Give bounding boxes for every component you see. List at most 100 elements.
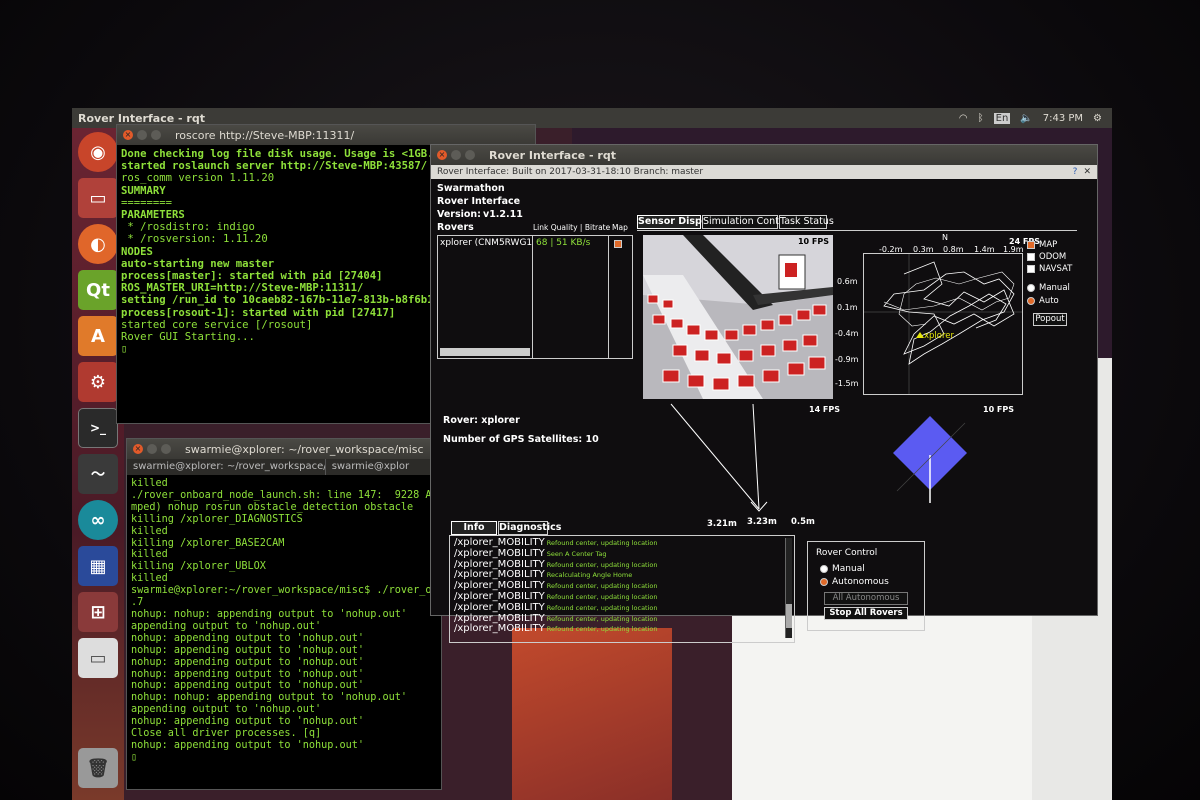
minimize-icon[interactable] [451, 150, 461, 160]
rqt-icon[interactable]: ▦ [78, 546, 118, 586]
terminal-line: appending output to 'nohup.out' [131, 620, 322, 632]
rover-path-map [864, 254, 1022, 394]
help-icon[interactable]: ? [1073, 167, 1078, 177]
volume-icon[interactable]: 🔈 [1020, 113, 1032, 124]
rover-map-checkbox[interactable] [614, 240, 622, 248]
map-x-tick: 1.9m [1003, 245, 1024, 254]
camera-feed: 10 FPS [643, 235, 833, 399]
gear-icon[interactable]: ⚙ [1093, 113, 1102, 124]
terminal-line: nohup: nohup: appending output to 'nohup… [131, 608, 408, 620]
scrollbar[interactable] [440, 348, 530, 356]
maximize-icon[interactable] [465, 150, 475, 160]
popout-button[interactable]: Popout [1033, 313, 1067, 326]
info-log[interactable]: /xplorer_MOBILITY Refound center, updatin… [449, 535, 795, 643]
terminal-tab[interactable]: swarmie@xplor [326, 459, 441, 475]
minimize-icon[interactable] [137, 130, 147, 140]
terminal-line: Close all driver processes. [q] [131, 728, 322, 740]
map-checkbox[interactable] [1027, 240, 1035, 249]
map-x-tick: 0.8m [943, 245, 964, 254]
log-source: /xplorer_MOBILITY [454, 601, 545, 613]
control-mode-autonomous[interactable]: Autonomous [820, 576, 889, 587]
map-x-tick: 1.4m [974, 245, 995, 254]
map-panel[interactable]: xplorer [863, 253, 1023, 395]
autonomous-radio[interactable] [820, 577, 828, 586]
terminal-line: nohup: nohup: appending output to 'nohup… [131, 692, 408, 704]
rover-control-title: Rover Control [816, 548, 878, 558]
titlebar[interactable]: × Rover Interface - rqt [431, 145, 1097, 165]
control-mode-label: Manual [832, 564, 865, 574]
terminal-line: killed [131, 525, 168, 537]
close-icon[interactable]: × [133, 444, 143, 454]
map-fps-bottom: 10 FPS [983, 405, 1015, 414]
ultrasound-left: 3.21m [707, 519, 737, 529]
all-autonomous-button[interactable]: All Autonomous [824, 592, 908, 605]
drive-icon[interactable]: ▭ [78, 638, 118, 678]
close-icon[interactable]: × [437, 150, 447, 160]
terminal-output[interactable]: killed ./rover_onboard_node_launch.sh: li… [127, 475, 441, 791]
maximize-icon[interactable] [161, 444, 171, 454]
auto-radio[interactable] [1027, 296, 1035, 305]
workspace-icon[interactable]: ⊞ [78, 592, 118, 632]
control-mode-label: Autonomous [832, 577, 889, 587]
tab-task-status[interactable]: Task Status [779, 215, 834, 229]
terminal-line: .7 [131, 597, 144, 609]
rover-control-panel: Rover Control Manual Autonomous All Auto… [807, 541, 925, 631]
settings-icon[interactable]: ⚙ [78, 362, 118, 402]
close-icon[interactable]: × [123, 130, 133, 140]
window-title: swarmie@xplorer: ~/rover_workspace/misc [185, 442, 424, 456]
keyboard-layout[interactable]: En [993, 112, 1011, 124]
trash-icon[interactable]: 🗑 [78, 748, 118, 788]
manual-radio[interactable] [820, 564, 828, 573]
map-option-odom[interactable]: ODOM [1027, 251, 1066, 262]
window-title: roscore http://Steve-MBP:11311/ [175, 128, 355, 142]
scrollbar-thumb[interactable] [786, 604, 792, 628]
map-y-tick: -0.9m [835, 355, 859, 364]
log-message: Refound center, updating location [546, 603, 658, 612]
control-mode-manual[interactable]: Manual [820, 563, 865, 574]
titlebar[interactable]: × roscore http://Steve-MBP:11311/ [117, 125, 535, 145]
map-option-navsat[interactable]: NAVSAT [1027, 263, 1072, 274]
bluetooth-icon[interactable]: ᛒ [978, 113, 984, 124]
map-option-map[interactable]: MAP [1027, 239, 1057, 250]
wifi-icon[interactable]: ◠ [959, 113, 968, 124]
odom-checkbox[interactable] [1027, 252, 1035, 261]
swarmie-terminal[interactable]: × swarmie@xplorer: ~/rover_workspace/mis… [126, 438, 442, 790]
qt-creator-icon[interactable]: Qt [78, 270, 118, 310]
titlebar[interactable]: × swarmie@xplorer: ~/rover_workspace/mis… [127, 439, 441, 459]
minimize-icon[interactable] [147, 444, 157, 454]
map-mode-auto[interactable]: Auto [1027, 295, 1059, 306]
arduino-icon[interactable]: ∞ [78, 500, 118, 540]
system-monitor-icon[interactable]: 〜 [78, 454, 118, 494]
log-scrollbar[interactable] [785, 538, 792, 638]
manual-radio[interactable] [1027, 283, 1035, 292]
map-mode-manual[interactable]: Manual [1027, 282, 1070, 293]
firefox-icon[interactable]: ◐ [78, 224, 118, 264]
terminal-line: appending output to 'nohup.out' [131, 704, 322, 716]
files-icon[interactable]: ▭ [78, 178, 118, 218]
rover-list-item[interactable]: xplorer (CNM5RWG1 [440, 238, 532, 248]
tab-sensor-display[interactable]: Sensor Display [637, 215, 717, 229]
rover-interface-window[interactable]: × Rover Interface - rqt Rover Interface:… [430, 144, 1098, 643]
tab-simulation-control[interactable]: Simulation Control [702, 215, 791, 229]
terminal-line: killing /xplorer_UBLOX [131, 561, 266, 573]
map-option-label: NAVSAT [1039, 264, 1073, 274]
dash-icon[interactable]: ◉ [78, 132, 118, 172]
map-y-tick: -1.5m [835, 379, 859, 388]
terminal-tab[interactable]: swarmie@xplorer: ~/rover_workspace/misc [127, 459, 326, 475]
log-message: Refound center, updating location [546, 625, 658, 634]
rovers-header: Rovers [437, 222, 474, 233]
map-y-tick: -0.4m [835, 329, 859, 338]
stop-all-rovers-button[interactable]: Stop All Rovers [824, 607, 908, 620]
navsat-checkbox[interactable] [1027, 264, 1035, 273]
log-source: /xplorer_MOBILITY [454, 580, 545, 592]
terminal-line: killed [131, 549, 168, 561]
terminal-icon[interactable]: >_ [78, 408, 118, 448]
close-plugin-icon[interactable]: ✕ [1083, 167, 1091, 177]
clock[interactable]: 7:43 PM [1043, 113, 1083, 124]
app-subtitle: Rover Interface [437, 196, 521, 207]
software-center-icon[interactable]: A [78, 316, 118, 356]
tab-diagnostics[interactable]: Diagnostics [498, 521, 561, 535]
tab-info[interactable]: Info [451, 521, 497, 535]
rover-list[interactable]: xplorer (CNM5RWG1 68 | 51 KB/s [437, 235, 633, 359]
maximize-icon[interactable] [151, 130, 161, 140]
